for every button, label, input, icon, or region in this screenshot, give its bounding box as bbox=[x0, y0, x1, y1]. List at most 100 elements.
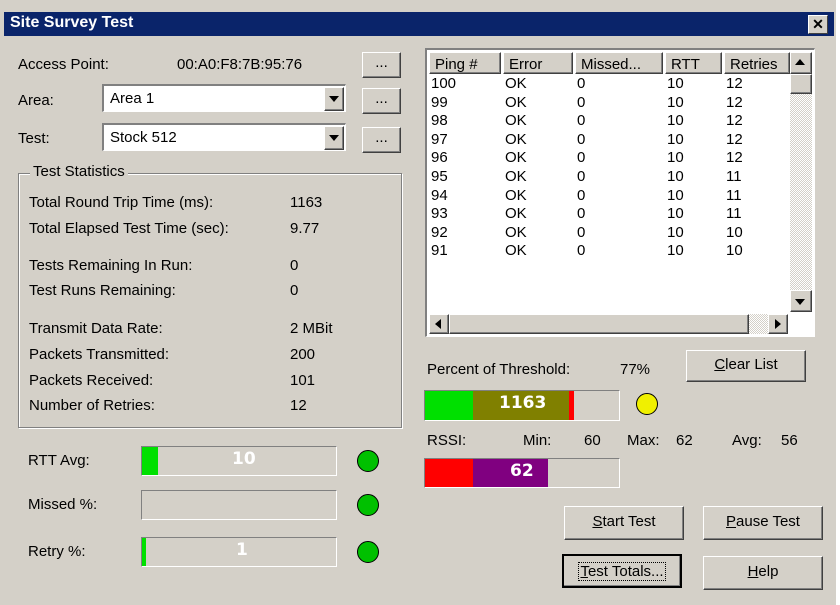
column-header-rtt[interactable]: RTT bbox=[665, 52, 722, 74]
clear-list-mnemonic: C bbox=[714, 356, 726, 373]
missed-label: Missed %: bbox=[28, 496, 98, 513]
test-select[interactable]: Stock 512 bbox=[102, 123, 346, 151]
table-row[interactable]: 96 OK 0 10 12 bbox=[427, 149, 787, 166]
rtt-avg-value: 10 bbox=[232, 449, 256, 469]
stat-label: Total Elapsed Test Time (sec): bbox=[29, 220, 229, 237]
rssi-max-value: 62 bbox=[676, 432, 693, 449]
rtt-status-indicator bbox=[357, 450, 379, 472]
pause-test-button[interactable]: Pause Test bbox=[703, 506, 823, 540]
scroll-up-icon[interactable] bbox=[790, 52, 812, 74]
retries-cell: 12 bbox=[726, 75, 743, 92]
clear-list-button[interactable]: Clear List bbox=[686, 350, 806, 382]
ping-number-cell: 91 bbox=[431, 242, 448, 260]
missed-cell: 0 bbox=[577, 75, 586, 92]
start-test-label: tart Test bbox=[602, 513, 656, 530]
table-row[interactable]: 91 OK 0 10 10 bbox=[427, 242, 787, 259]
stat-label: Packets Transmitted: bbox=[29, 346, 170, 363]
vertical-scrollbar[interactable] bbox=[790, 52, 812, 312]
ping-number-cell: 98 bbox=[431, 112, 448, 130]
rssi-min-value: 60 bbox=[584, 432, 601, 449]
error-cell: OK bbox=[505, 130, 527, 148]
site-survey-window: Site Survey Test ✕ Access Point: 00:A0:F… bbox=[0, 0, 836, 605]
rssi-max-label: Max: bbox=[627, 432, 660, 449]
retries-cell: 11 bbox=[726, 168, 742, 185]
threshold-label: Percent of Threshold: bbox=[427, 361, 571, 378]
column-header-missed[interactable]: Missed... bbox=[575, 52, 663, 74]
table-row[interactable]: 93 OK 0 10 11 bbox=[427, 205, 787, 222]
missed-cell: 0 bbox=[577, 242, 586, 260]
retries-cell: 11 bbox=[726, 205, 742, 223]
ping-number-cell: 95 bbox=[431, 168, 448, 185]
column-header-retries[interactable]: Retries bbox=[724, 52, 790, 74]
horizontal-scroll-track[interactable] bbox=[749, 314, 768, 334]
test-label: Test: bbox=[18, 130, 50, 147]
stat-label: Test Runs Remaining: bbox=[29, 282, 176, 299]
retry-label: Retry %: bbox=[28, 543, 86, 560]
test-statistics-group bbox=[18, 173, 402, 428]
table-row[interactable]: 94 OK 0 10 11 bbox=[427, 187, 787, 204]
threshold-percent: 77% bbox=[620, 361, 651, 378]
horizontal-scroll-thumb[interactable] bbox=[449, 314, 749, 334]
scroll-down-icon[interactable] bbox=[790, 290, 812, 312]
start-test-button[interactable]: Start Test bbox=[564, 506, 684, 540]
table-row[interactable]: 98 OK 0 10 12 bbox=[427, 112, 787, 129]
area-browse-button[interactable]: ... bbox=[362, 88, 401, 114]
scroll-thumb[interactable] bbox=[790, 74, 812, 94]
retries-cell: 10 bbox=[726, 242, 743, 260]
column-header-ping[interactable]: Ping # bbox=[429, 52, 501, 74]
ping-number-cell: 96 bbox=[431, 149, 448, 167]
rssi-avg-label: Avg: bbox=[732, 432, 762, 449]
area-label: Area: bbox=[18, 92, 54, 109]
stat-label: Transmit Data Rate: bbox=[29, 320, 163, 337]
retries-cell: 12 bbox=[726, 130, 743, 148]
ping-list[interactable]: Ping # Error Missed... RTT Retries 10 0 OK… bbox=[425, 48, 815, 337]
chevron-down-icon[interactable] bbox=[324, 87, 344, 111]
table-row[interactable]: 92 OK 0 10 10 bbox=[427, 224, 787, 241]
scroll-right-icon[interactable] bbox=[768, 314, 788, 334]
pause-test-label: ause Test bbox=[736, 513, 800, 530]
help-button[interactable]: Help bbox=[703, 556, 823, 590]
table-row[interactable]: 97 OK 0 10 12 bbox=[427, 131, 787, 148]
column-header-error[interactable]: Error bbox=[503, 52, 573, 74]
access-point-value: 00:A0:F8:7B:95:76 bbox=[177, 56, 303, 73]
horizontal-scrollbar[interactable] bbox=[429, 314, 788, 334]
table-row[interactable]: 100 OK 0 10 12 bbox=[427, 75, 787, 92]
error-cell: OK bbox=[505, 112, 527, 130]
error-cell: OK bbox=[505, 149, 527, 167]
table-row[interactable]: 95 OK 0 10 11 bbox=[427, 168, 787, 185]
stat-label: Total Round Trip Time (ms): bbox=[29, 194, 214, 211]
missed-cell: 0 bbox=[577, 205, 586, 223]
test-statistics-title: Test Statistics bbox=[30, 163, 128, 180]
retries-cell: 12 bbox=[726, 149, 743, 167]
stat-value: 9.77 bbox=[290, 220, 320, 237]
retries-cell: 10 bbox=[726, 223, 743, 241]
access-point-browse-button[interactable]: ... bbox=[362, 52, 401, 78]
table-row[interactable]: 99 OK 0 10 12 bbox=[427, 94, 787, 111]
test-totals-button[interactable]: Test Totals... bbox=[562, 554, 682, 588]
retry-status-indicator bbox=[357, 541, 379, 563]
scroll-left-icon[interactable] bbox=[429, 314, 449, 334]
area-select[interactable]: Area 1 bbox=[102, 84, 346, 112]
test-browse-button[interactable]: ... bbox=[362, 127, 401, 153]
stat-label: Tests Remaining In Run: bbox=[29, 257, 193, 274]
ping-number-cell: 97 bbox=[431, 130, 448, 148]
test-totals-label: est Totals... bbox=[587, 563, 664, 580]
threshold-fill-high bbox=[569, 391, 574, 420]
help-label: elp bbox=[758, 563, 779, 580]
rssi-fill-low bbox=[425, 459, 473, 487]
test-totals-mnemonic: T bbox=[580, 563, 588, 580]
ping-number-cell: 99 bbox=[431, 93, 448, 111]
retry-meter: 1 bbox=[141, 537, 337, 567]
error-cell: OK bbox=[505, 242, 527, 260]
area-select-value: Area 1 bbox=[110, 90, 155, 107]
help-mnemonic: H bbox=[747, 563, 759, 580]
missed-cell: 0 bbox=[577, 168, 586, 185]
chevron-down-icon[interactable] bbox=[324, 126, 344, 150]
threshold-meter: 1163 bbox=[424, 390, 620, 421]
rtt-avg-fill bbox=[142, 447, 158, 475]
close-icon[interactable]: ✕ bbox=[808, 15, 828, 34]
access-point-label: Access Point: bbox=[18, 56, 109, 73]
rtt-avg-label: RTT Avg: bbox=[28, 452, 90, 469]
retries-cell: 12 bbox=[726, 93, 743, 111]
test-totals-focus: Test Totals... bbox=[578, 562, 666, 581]
